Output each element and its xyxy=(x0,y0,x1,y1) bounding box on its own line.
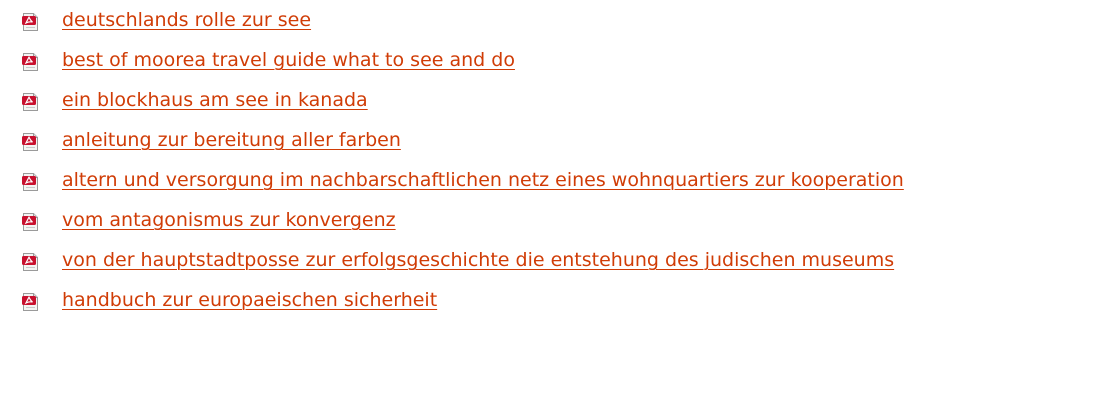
file-list-item: vom antagonismus zur konvergenz xyxy=(0,209,1100,252)
pdf-file-icon[interactable] xyxy=(22,53,39,71)
file-link[interactable]: altern und versorgung im nachbarschaftli… xyxy=(62,168,904,192)
pdf-file-icon[interactable] xyxy=(22,293,39,311)
file-link[interactable]: best of moorea travel guide what to see … xyxy=(62,48,515,72)
file-list-item: anleitung zur bereitung aller farben xyxy=(0,129,1100,172)
file-list-item: best of moorea travel guide what to see … xyxy=(0,49,1100,92)
file-link[interactable]: ein blockhaus am see in kanada xyxy=(62,88,368,112)
pdf-file-icon[interactable] xyxy=(22,213,39,231)
pdf-file-icon[interactable] xyxy=(22,253,39,271)
pdf-file-icon[interactable] xyxy=(22,93,39,111)
file-list-item: deutschlands rolle zur see xyxy=(0,9,1100,52)
pdf-file-icon[interactable] xyxy=(22,13,39,31)
file-link[interactable]: handbuch zur europaeischen sicherheit xyxy=(62,288,437,312)
pdf-file-icon[interactable] xyxy=(22,133,39,151)
file-link[interactable]: anleitung zur bereitung aller farben xyxy=(62,128,401,152)
pdf-file-list: deutschlands rolle zur see best of moorea… xyxy=(0,0,1100,401)
file-list-item: handbuch zur europaeischen sicherheit xyxy=(0,289,1100,332)
file-link[interactable]: deutschlands rolle zur see xyxy=(62,8,311,32)
pdf-file-icon[interactable] xyxy=(22,173,39,191)
file-list-item: ein blockhaus am see in kanada xyxy=(0,89,1100,132)
file-list-item: altern und versorgung im nachbarschaftli… xyxy=(0,169,1100,212)
file-link[interactable]: vom antagonismus zur konvergenz xyxy=(62,208,396,232)
file-link[interactable]: von der hauptstadtposse zur erfolgsgesch… xyxy=(62,248,894,272)
file-list-item: von der hauptstadtposse zur erfolgsgesch… xyxy=(0,249,1100,292)
